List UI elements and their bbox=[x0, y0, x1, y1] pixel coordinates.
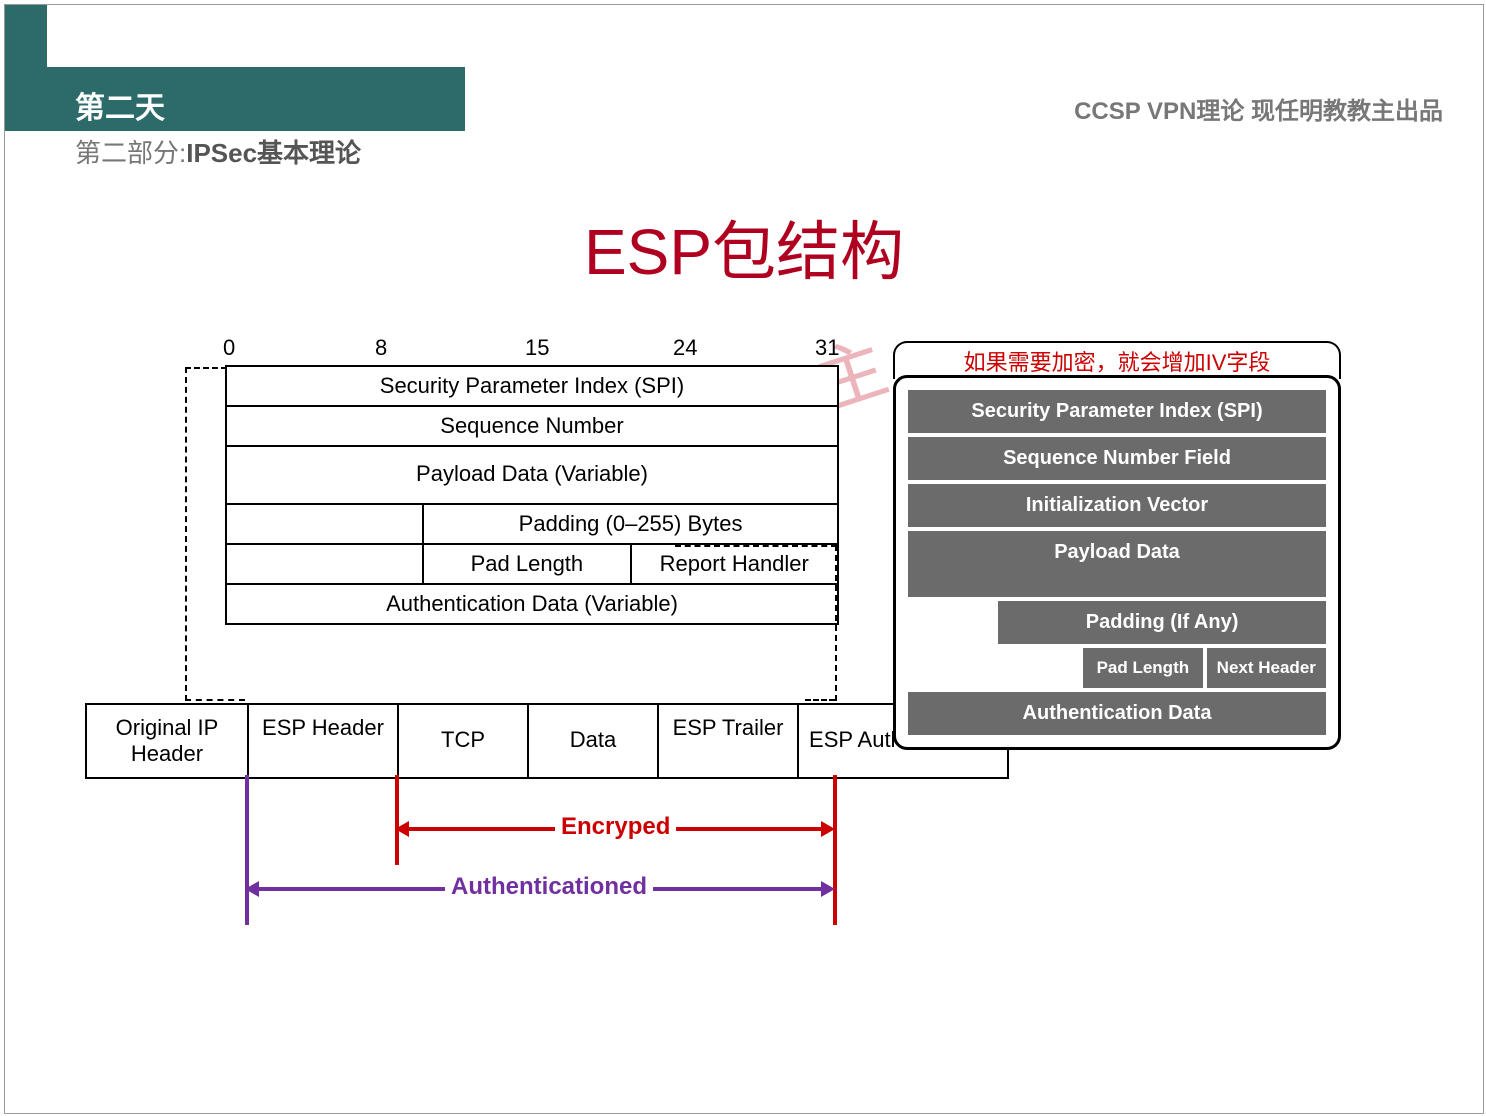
subtitle-prefix: 第二部分: bbox=[75, 138, 186, 168]
slide: 第二天 第二部分:IPSec基本理论 CCSP VPN理论 现任明教教主出品 E… bbox=[4, 4, 1484, 1114]
day-label: 第二天 bbox=[75, 83, 165, 127]
bit-31: 31 bbox=[815, 335, 839, 361]
gb-next: Next Header bbox=[1205, 646, 1328, 690]
auth-arrow-r bbox=[821, 881, 835, 897]
bit-24: 24 bbox=[673, 335, 697, 361]
gb-seq: Sequence Number Field bbox=[906, 435, 1328, 482]
gb-auth: Authentication Data bbox=[906, 690, 1328, 737]
bit-15: 15 bbox=[525, 335, 549, 361]
title-cn: 包结构 bbox=[712, 217, 904, 288]
pkt-orig-ip: Original IP Header bbox=[87, 705, 247, 777]
bit-0: 0 bbox=[223, 335, 235, 361]
gb-padlen: Pad Length bbox=[1081, 646, 1204, 690]
bit-8: 8 bbox=[375, 335, 387, 361]
dash-left bbox=[185, 367, 227, 701]
pkt-esp-header: ESP Header bbox=[247, 705, 397, 777]
field-padlen: Pad Length bbox=[422, 543, 629, 583]
enc-tick-left bbox=[395, 775, 399, 865]
gb-padding: Padding (If Any) bbox=[996, 599, 1328, 646]
iv-note: 如果需要加密，就会增加IV字段 bbox=[893, 341, 1341, 379]
subtitle-bold: IPSec基本理论 bbox=[186, 138, 361, 168]
auth-label: Authenticationed bbox=[445, 873, 653, 901]
gb-spi: Security Parameter Index (SPI) bbox=[906, 388, 1328, 435]
auth-arrow-l bbox=[245, 881, 259, 897]
dash-right bbox=[675, 545, 837, 701]
auth-tick-left bbox=[245, 775, 249, 925]
course-tag: CCSP VPN理论 现任明教教主出品 bbox=[1074, 91, 1443, 126]
gb-payload: Payload Data bbox=[906, 529, 1328, 599]
corner-accent bbox=[5, 5, 47, 131]
enc-arrow-l bbox=[395, 821, 409, 837]
pkt-tcp: TCP bbox=[397, 705, 527, 777]
field-spi: Security Parameter Index (SPI) bbox=[227, 367, 837, 405]
field-padding: Padding (0–255) Bytes bbox=[422, 503, 837, 543]
packet-row: Original IP Header ESP Header TCP Data E… bbox=[85, 703, 1009, 779]
enc-arrow-r bbox=[821, 821, 835, 837]
field-payload: Payload Data (Variable) bbox=[227, 447, 837, 503]
enc-label: Encryped bbox=[555, 813, 676, 841]
dash-left-h bbox=[185, 699, 245, 701]
subtitle: 第二部分:IPSec基本理论 bbox=[75, 133, 361, 170]
gb-iv: Initialization Vector bbox=[906, 482, 1328, 529]
padding-tail bbox=[227, 543, 422, 583]
bit-ruler: 0 8 15 24 31 bbox=[225, 335, 835, 365]
dash-right-h bbox=[805, 699, 835, 701]
enc-tick-right bbox=[833, 775, 837, 925]
pkt-esp-trailer: ESP Trailer bbox=[657, 705, 797, 777]
pkt-data: Data bbox=[527, 705, 657, 777]
slide-title: ESP包结构 bbox=[5, 201, 1483, 293]
esp-with-iv-box: Security Parameter Index (SPI) Sequence … bbox=[893, 375, 1341, 750]
iv-note-text: 如果需要加密，就会增加IV字段 bbox=[964, 350, 1271, 375]
payload-tail bbox=[227, 503, 422, 543]
diagram: 现任明教教主 0 8 15 24 31 Security Parameter I… bbox=[85, 325, 1405, 965]
header-accent bbox=[5, 67, 465, 131]
field-seq: Sequence Number bbox=[227, 407, 837, 445]
